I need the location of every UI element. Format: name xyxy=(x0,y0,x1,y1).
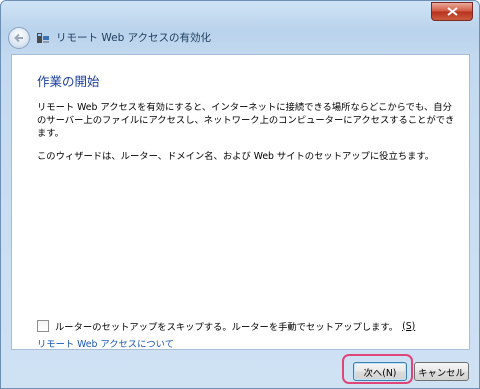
wizard-header: リモート Web アクセスの有効化 xyxy=(1,23,479,53)
wizard-purpose-text: このウィザードは、ルーター、ドメイン名、および Web サイトのセットアップに役… xyxy=(37,151,435,162)
wizard-window: リモート Web アクセスの有効化 作業の開始 リモート Web アクセスを有効… xyxy=(0,0,480,389)
skip-router-setup-accesskey: (S) xyxy=(402,320,416,332)
page-heading: 作業の開始 xyxy=(37,74,100,89)
wizard-content: 作業の開始 リモート Web アクセスを有効にすると、インターネットに接続できる… xyxy=(11,54,470,350)
skip-router-setup-label[interactable]: ルーターのセットアップをスキップする。ルーターを手動でセットアップします。 xyxy=(55,319,398,333)
about-remote-web-access-link[interactable]: リモート Web アクセスについて xyxy=(37,336,174,350)
description-text: リモート Web アクセスを有効にすると、インターネットに接続できる場所ならどこ… xyxy=(37,102,455,139)
next-button[interactable]: 次へ(N) xyxy=(353,362,407,381)
close-icon xyxy=(446,7,458,16)
wizard-footer: 次へ(N) キャンセル xyxy=(1,350,479,388)
skip-router-setup-option[interactable]: ルーターのセットアップをスキップする。ルーターを手動でセットアップします。 (S… xyxy=(37,319,415,333)
cancel-button[interactable]: キャンセル xyxy=(414,362,469,381)
remote-access-icon xyxy=(36,30,50,44)
skip-router-setup-checkbox[interactable] xyxy=(37,320,49,332)
back-button[interactable] xyxy=(8,27,30,49)
window-title: リモート Web アクセスの有効化 xyxy=(56,32,212,44)
close-button[interactable] xyxy=(431,2,473,21)
